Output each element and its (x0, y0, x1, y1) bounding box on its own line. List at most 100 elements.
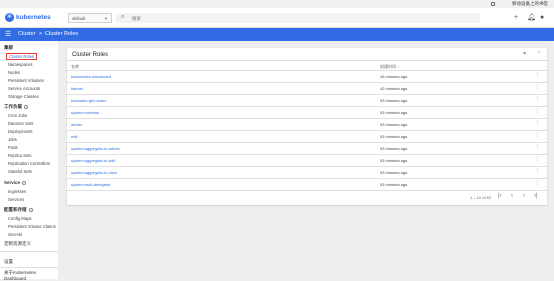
namespace-select[interactable]: default ▼ (68, 13, 112, 23)
table-row[interactable]: kubeadm:get-nodes 53 minutes ago ⋮ (67, 95, 547, 106)
sidebar-item-jobs[interactable]: Jobs (8, 137, 17, 142)
table-row[interactable]: edit 53 minutes ago ⋮ (67, 131, 547, 142)
sidebar-item-secrets[interactable]: Secrets (8, 232, 22, 237)
mobile-bookmarks-link[interactable]: 移动设备上的书签 (512, 1, 548, 7)
bell-icon[interactable]: 🔔︎ (527, 13, 536, 23)
top-app-bar: ✲ kubernetes default ▼ ⌕ + 🔔︎ ● (0, 8, 554, 28)
row-created-age: 53 minutes ago (380, 110, 408, 115)
sidebar-item-persistent-volume-claims[interactable]: Persistent Volume Claims (8, 224, 56, 229)
kubernetes-logo-icon[interactable]: ✲ (5, 13, 14, 22)
sidebar-item-service-accounts[interactable]: Service Accounts (8, 86, 40, 91)
next-page-icon[interactable]: › (523, 193, 525, 199)
sidebar-item-pods[interactable]: Pods (8, 145, 18, 150)
row-created-age: 53 minutes ago (380, 146, 408, 151)
breadcrumb-separator: > (39, 31, 43, 37)
sidebar-item-namespaces[interactable]: Namespaces (8, 62, 32, 67)
sidebar-item-deployments[interactable]: Deployments (8, 129, 32, 134)
first-page-icon[interactable]: |‹ (498, 193, 502, 199)
more-vert-icon[interactable]: ⋮ (535, 156, 540, 162)
sidebar-item-cluster-roles[interactable]: Cluster Roles (6, 53, 38, 60)
sidebar-item-replication-controllers[interactable]: Replication Controllers (8, 161, 50, 166)
row-created-age: 16 minutes ago (380, 74, 408, 79)
table-row[interactable]: admin 53 minutes ago ⋮ (67, 119, 547, 130)
sidebar-item-crd[interactable]: 定制资源定义 (4, 241, 31, 247)
pagination-range: 1 – 10 of 62 (470, 195, 492, 200)
table-row[interactable]: system:aggregate-to-admin 53 minutes ago ⋮ (67, 143, 547, 154)
account-icon[interactable]: ● (540, 13, 544, 23)
system-bookmark-bar: 移动设备上的书签 (0, 0, 554, 8)
more-vert-icon[interactable]: ⋮ (535, 144, 540, 150)
namespace-value: default (72, 16, 86, 21)
row-name-link[interactable]: kubeadm:get-nodes (71, 98, 106, 103)
row-name-link[interactable]: system:aggregate-to-view (71, 170, 117, 175)
more-vert-icon[interactable]: ⋮ (535, 168, 540, 174)
more-vert-icon[interactable]: ⋮ (535, 120, 540, 126)
row-divider (67, 190, 547, 191)
row-created-age: 53 minutes ago (380, 98, 408, 103)
more-vert-icon[interactable]: ⋮ (535, 72, 540, 78)
sidebar-item-settings[interactable]: 设置 (4, 259, 13, 265)
row-created-age: 53 minutes ago (380, 134, 408, 139)
last-page-icon[interactable]: ›| (534, 193, 538, 199)
sidebar-item-nodes[interactable]: Nodes (8, 70, 20, 75)
row-created-age: 53 minutes ago (380, 158, 408, 163)
plus-icon[interactable]: + (514, 13, 518, 23)
row-created-age: 53 minutes ago (380, 182, 408, 187)
row-name-link[interactable]: kubernetes-dashboard (71, 74, 111, 79)
sidebar-item-persistent-volumes[interactable]: Persistent Volumes (8, 78, 44, 83)
info-icon (28, 207, 33, 212)
sidebar-item-ingresses[interactable]: Ingresses (8, 189, 26, 194)
table-row[interactable]: system:coredns 53 minutes ago ⋮ (67, 107, 547, 118)
row-name-link[interactable]: admin (71, 122, 82, 127)
sidebar-item-replica-sets[interactable]: Replica Sets (8, 153, 32, 158)
sidebar-heading-workloads[interactable]: 工作负载 (4, 104, 28, 110)
card-actions: ⏷ ⌃ (513, 51, 541, 57)
collapse-icon[interactable]: ⌃ (537, 51, 541, 57)
breadcrumb-cluster[interactable]: Cluster (18, 31, 35, 37)
row-name-link[interactable]: edit (71, 134, 77, 139)
cluster-roles-card: Cluster Roles ⏷ ⌃ 名称 创建时间 ↑ kubernetes-da… (67, 48, 547, 205)
row-created-age: 53 minutes ago (380, 122, 408, 127)
sidebar-item-stateful-sets[interactable]: Stateful Sets (8, 169, 32, 174)
folder-icon (491, 2, 495, 6)
breadcrumb-bar: ☰ Cluster > Cluster Roles (0, 28, 554, 41)
filter-icon[interactable]: ⏷ (523, 51, 527, 57)
brand-name[interactable]: kubernetes (16, 14, 51, 21)
table-row[interactable]: system:auth-delegator 53 minutes ago ⋮ (67, 179, 547, 190)
search-box[interactable]: ⌕ (116, 13, 480, 23)
table-row[interactable]: system:aggregate-to-edit 53 minutes ago ⋮ (67, 155, 547, 166)
row-name-link[interactable]: system:aggregate-to-admin (71, 146, 120, 151)
sidebar-item-storage-classes[interactable]: Storage Classes (8, 94, 39, 99)
divider (67, 60, 547, 61)
more-vert-icon[interactable]: ⋮ (535, 84, 540, 90)
sidebar-heading-service[interactable]: Service (4, 180, 27, 185)
more-vert-icon[interactable]: ⋮ (535, 132, 540, 138)
info-icon (22, 180, 27, 185)
menu-icon[interactable]: ☰ (5, 30, 11, 38)
table-row[interactable]: flannel 42 minutes ago ⋮ (67, 83, 547, 94)
more-vert-icon[interactable]: ⋮ (535, 108, 540, 114)
sidebar-item-cron-jobs[interactable]: Cron Jobs (8, 113, 27, 118)
sidebar-item-daemon-sets[interactable]: Daemon Sets (8, 121, 33, 126)
sidebar-heading-cluster[interactable]: 集群 (4, 45, 13, 51)
row-name-link[interactable]: flannel (71, 86, 83, 91)
sidebar-item-about[interactable]: 关于Kubernetes Dashboard (4, 270, 58, 281)
row-name-link[interactable]: system:auth-delegator (71, 182, 111, 187)
chevron-down-icon: ▼ (104, 16, 108, 21)
search-input[interactable] (132, 14, 432, 22)
more-vert-icon[interactable]: ⋮ (535, 96, 540, 102)
more-vert-icon[interactable]: ⋮ (535, 180, 540, 186)
row-name-link[interactable]: system:coredns (71, 110, 99, 115)
prev-page-icon[interactable]: ‹ (511, 193, 513, 199)
row-name-link[interactable]: system:aggregate-to-edit (71, 158, 115, 163)
table-row[interactable]: kubernetes-dashboard 16 minutes ago ⋮ (67, 71, 547, 82)
sidebar-heading-config-storage[interactable]: 配置和存储 (4, 207, 33, 213)
sort-arrow-icon: ↑ (397, 64, 400, 69)
card-title: Cluster Roles (72, 52, 109, 58)
table-row[interactable]: system:aggregate-to-view 53 minutes ago ⋮ (67, 167, 547, 178)
sidebar-item-config-maps[interactable]: Config Maps (8, 216, 32, 221)
row-created-age: 42 minutes ago (380, 86, 408, 91)
sidebar-item-services[interactable]: Services (8, 197, 24, 202)
info-icon (24, 104, 28, 109)
breadcrumb-current: Cluster Roles (45, 31, 79, 37)
